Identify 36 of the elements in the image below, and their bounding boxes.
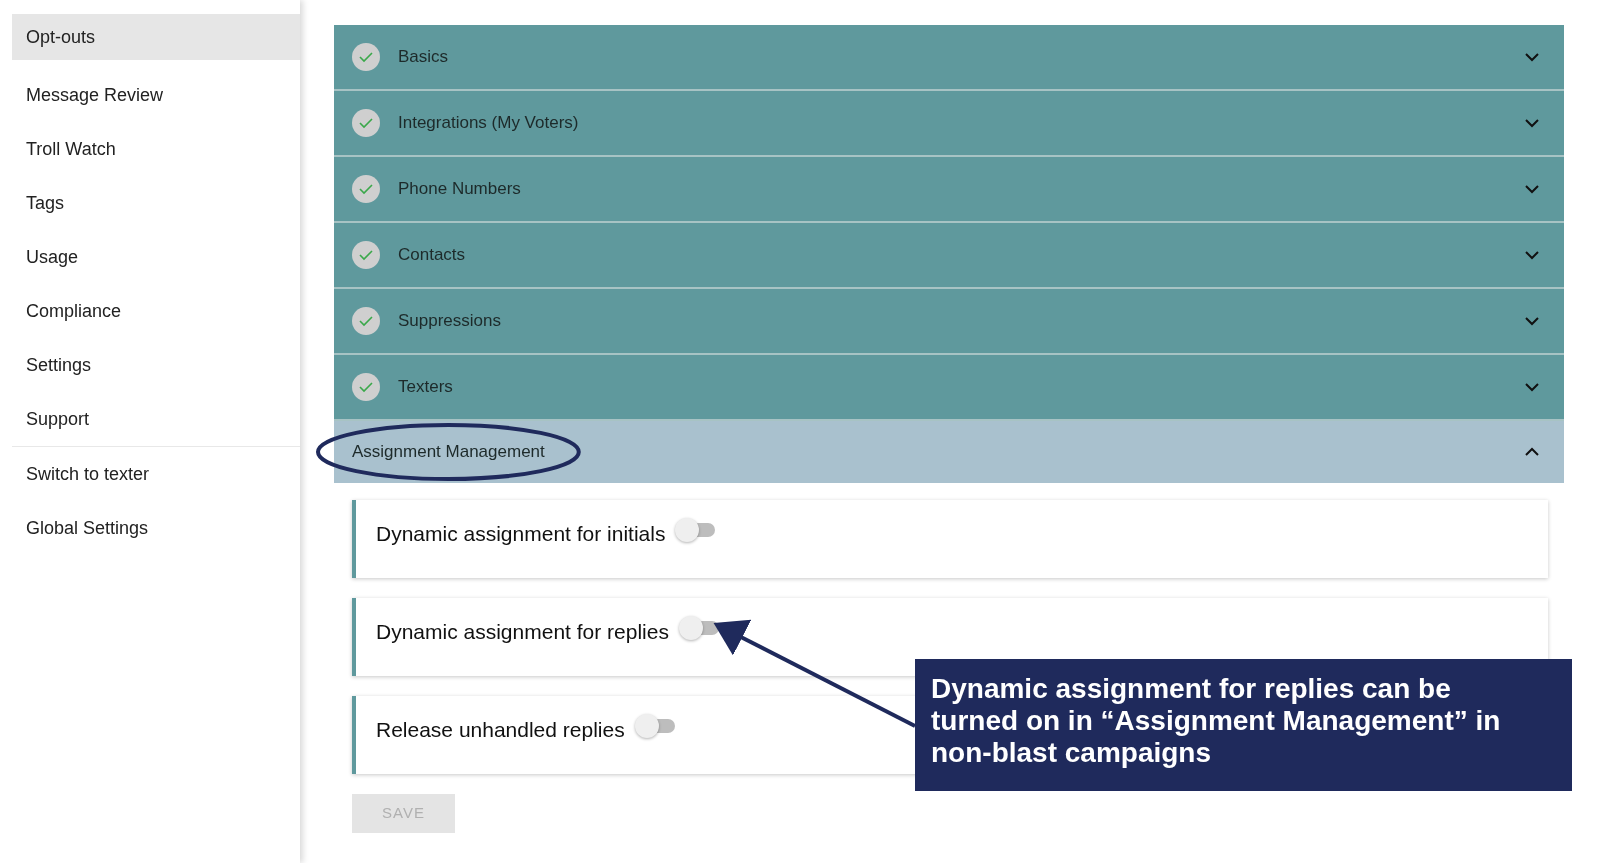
chevron-down-icon [1524, 315, 1540, 327]
sidebar-item[interactable]: Usage [12, 230, 300, 284]
check-icon [352, 373, 380, 401]
chevron-down-icon [1524, 117, 1540, 129]
sidebar-item[interactable]: Troll Watch [12, 122, 300, 176]
check-icon [352, 109, 380, 137]
sidebar-item[interactable]: Opt-outs [12, 14, 300, 60]
section-header[interactable]: Phone Numbers [334, 157, 1564, 223]
setting-label: Dynamic assignment for initials [376, 521, 666, 547]
chevron-down-icon [1524, 51, 1540, 63]
chevron-up-icon [1524, 446, 1540, 458]
sidebar-item[interactable]: Switch to texter [12, 447, 300, 501]
annotation-callout: Dynamic assignment for replies can be turned on in “Assignment Management” in non-blast campaigns [915, 659, 1572, 791]
sidebar-item[interactable]: Message Review [12, 68, 300, 122]
section-header[interactable]: Assignment Management [334, 421, 1564, 483]
sidebar-item[interactable]: Compliance [12, 284, 300, 338]
check-icon [352, 307, 380, 335]
check-icon [352, 43, 380, 71]
setting-label: Dynamic assignment for replies [376, 619, 669, 645]
section-header[interactable]: Contacts [334, 223, 1564, 289]
toggle-switch[interactable] [634, 714, 677, 738]
chevron-down-icon [1524, 249, 1540, 261]
setting-label: Release unhandled replies [376, 717, 625, 743]
sidebar-item[interactable]: Tags [12, 176, 300, 230]
sidebar-item[interactable]: Support [12, 392, 300, 446]
section-header[interactable]: Texters [334, 355, 1564, 421]
sidebar-item[interactable]: Global Settings [12, 501, 300, 555]
chevron-down-icon [1524, 183, 1540, 195]
toggle-switch[interactable] [678, 616, 721, 640]
section-header[interactable]: Integrations (My Voters) [334, 91, 1564, 157]
section-header[interactable]: Basics [334, 25, 1564, 91]
check-icon [352, 241, 380, 269]
chevron-down-icon [1524, 381, 1540, 393]
check-icon [352, 175, 380, 203]
section-header[interactable]: Suppressions [334, 289, 1564, 355]
sidebar-item[interactable]: Settings [12, 338, 300, 392]
